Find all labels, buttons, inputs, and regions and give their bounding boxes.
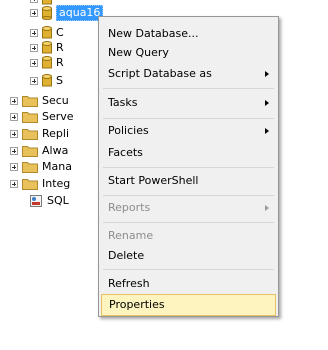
folder-label[interactable]: Alwa	[42, 144, 68, 158]
expand-icon[interactable]	[10, 180, 18, 188]
folder-label[interactable]: Integ	[42, 177, 70, 191]
menu-item-start-powershell[interactable]: Start PowerShell	[101, 170, 276, 192]
menu-item-refresh[interactable]: Refresh	[101, 273, 276, 295]
tree-node-database[interactable]: aqua16	[30, 5, 104, 21]
menu-item-tasks[interactable]: Tasks	[101, 92, 276, 114]
tree-node-folder[interactable]: Secu	[10, 93, 69, 109]
folder-icon	[22, 96, 38, 107]
folder-label[interactable]: Repli	[42, 127, 69, 141]
sql-agent-icon	[30, 195, 42, 207]
submenu-arrow-icon	[265, 71, 269, 77]
database-icon	[42, 6, 52, 20]
menu-item-new-query[interactable]: New Query	[101, 42, 276, 64]
database-icon	[42, 56, 52, 69]
expand-icon[interactable]	[30, 59, 38, 67]
menu-item-properties[interactable]: Properties	[101, 294, 276, 316]
menu-separator	[103, 118, 274, 119]
folder-label[interactable]: Mana	[42, 160, 72, 174]
folder-label[interactable]: Serve	[42, 110, 74, 124]
tree-node-folder[interactable]: Mana	[10, 159, 72, 175]
tree-node-db-item[interactable]: S	[30, 73, 63, 89]
menu-item-label: Policies	[108, 124, 149, 137]
menu-item-label: Properties	[109, 298, 165, 311]
tree-node-sql-agent[interactable]: SQL	[29, 193, 69, 209]
menu-item-reports[interactable]: Reports	[101, 197, 276, 219]
database-icon	[42, 26, 52, 39]
tree-node-folder[interactable]: Alwa	[10, 143, 68, 159]
folder-label[interactable]: Secu	[42, 94, 69, 108]
folder-icon	[22, 129, 38, 140]
menu-item-label: Script Database as	[108, 67, 212, 80]
submenu-arrow-icon	[265, 205, 269, 211]
expand-icon[interactable]	[10, 113, 18, 121]
menu-separator	[103, 222, 274, 223]
menu-item-label: Reports	[108, 201, 151, 214]
expand-icon[interactable]	[10, 97, 18, 105]
folder-icon	[22, 112, 38, 123]
expand-icon[interactable]	[30, 0, 38, 3]
folder-icon	[22, 179, 38, 190]
menu-item-policies[interactable]: Policies	[101, 120, 276, 142]
folder-icon	[22, 146, 38, 157]
menu-item-label: Rename	[108, 229, 154, 242]
selected-database-label[interactable]: aqua16	[56, 5, 104, 21]
database-icon	[42, 41, 52, 54]
db-item-label[interactable]: C	[56, 26, 64, 40]
database-icon	[42, 74, 52, 87]
menu-item-label: Facets	[108, 146, 143, 159]
menu-item-facets[interactable]: Facets	[101, 142, 276, 164]
menu-item-label: Start PowerShell	[108, 174, 199, 187]
menu-item-label: New Database...	[108, 27, 199, 40]
menu-item-label: New Query	[108, 46, 169, 59]
menu-item-script-database-as[interactable]: Script Database as	[101, 63, 276, 85]
menu-item-label: Refresh	[108, 277, 150, 290]
expand-icon[interactable]	[30, 77, 38, 85]
db-item-label[interactable]: R	[56, 56, 64, 70]
menu-separator	[103, 88, 274, 89]
menu-separator	[103, 195, 274, 196]
folder-icon	[22, 162, 38, 173]
context-menu: New Database... New Query Script Databas…	[98, 16, 279, 317]
menu-item-rename[interactable]: Rename	[101, 225, 276, 247]
expand-icon[interactable]	[30, 29, 38, 37]
submenu-arrow-icon	[265, 128, 269, 134]
submenu-arrow-icon	[265, 100, 269, 106]
menu-item-label: Delete	[108, 249, 145, 262]
expand-icon[interactable]	[30, 44, 38, 52]
menu-item-label: Tasks	[108, 96, 138, 109]
menu-separator	[103, 269, 274, 270]
tree-node-folder[interactable]: Repli	[10, 126, 69, 142]
sql-agent-label[interactable]: SQL	[47, 194, 69, 208]
expand-icon[interactable]	[10, 147, 18, 155]
expand-icon[interactable]	[10, 130, 18, 138]
expand-icon[interactable]	[10, 163, 18, 171]
menu-item-delete[interactable]: Delete	[101, 245, 276, 267]
tree-node-db-item[interactable]: C	[30, 25, 64, 41]
db-item-label[interactable]: S	[56, 74, 63, 88]
db-item-label[interactable]: R	[56, 41, 64, 55]
tree-node-db-item[interactable]: R	[30, 55, 64, 71]
tree-node-folder[interactable]: Integ	[10, 176, 70, 192]
tree-node-folder[interactable]: Serve	[10, 109, 74, 125]
menu-separator	[103, 167, 274, 168]
tree-node-db-item[interactable]: R	[30, 40, 64, 56]
expand-icon[interactable]	[30, 9, 38, 17]
